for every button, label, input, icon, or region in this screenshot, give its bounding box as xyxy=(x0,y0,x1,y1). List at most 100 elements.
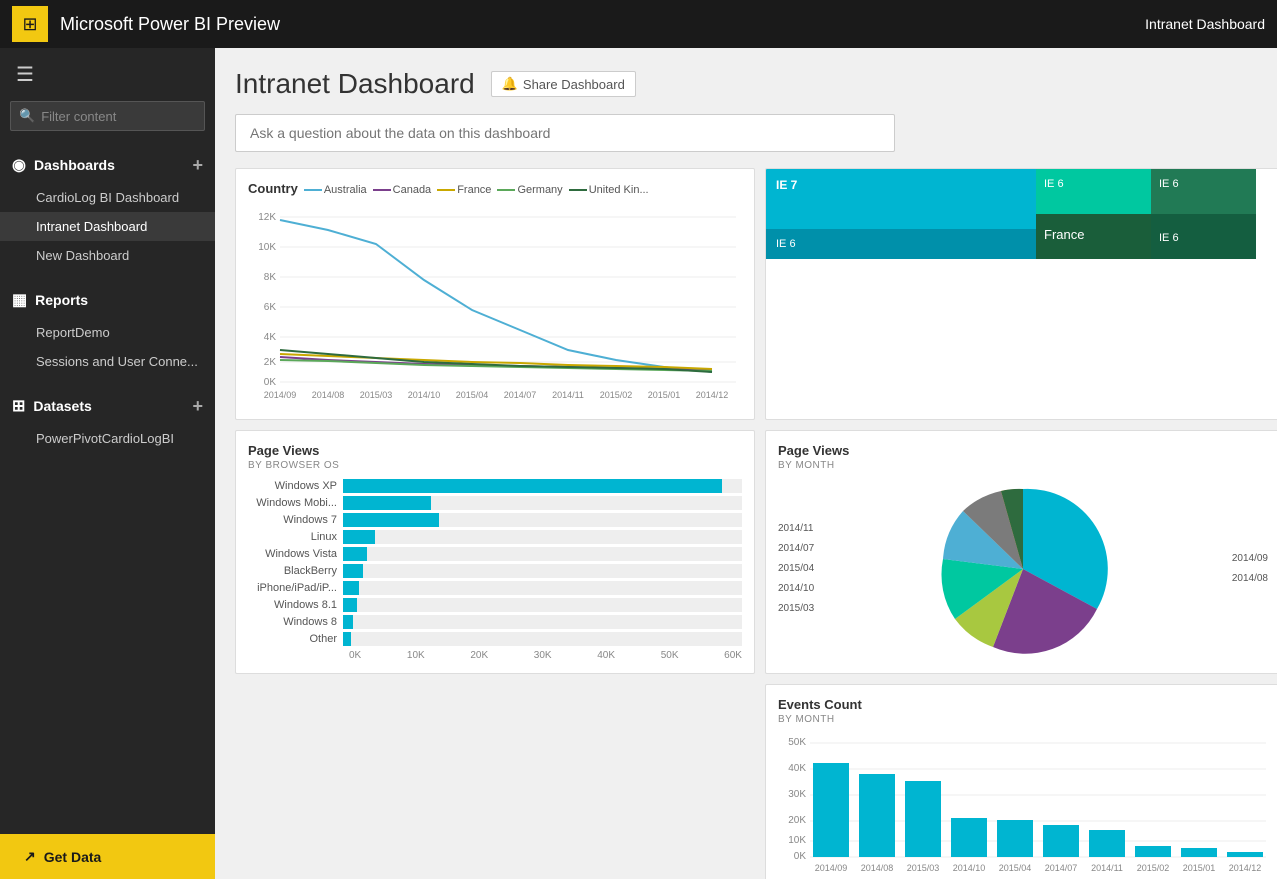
sidebar-section-datasets: ⊞ Datasets + PowerPivotCardioLogBI xyxy=(0,382,215,459)
pie-label-2015-03: 2015/03 xyxy=(778,599,933,619)
app-title: Microsoft Power BI Preview xyxy=(60,14,1145,35)
legend-france: France xyxy=(437,184,491,196)
sidebar-section-header-dashboards[interactable]: ◉ Dashboards + xyxy=(0,147,215,183)
add-dataset-button[interactable]: + xyxy=(192,397,203,415)
svg-text:2014/12: 2014/12 xyxy=(1229,863,1262,873)
svg-text:2014/11: 2014/11 xyxy=(552,390,584,400)
bar-chart-rows: Windows XP Windows Mobi... Windows 7 Lin… xyxy=(248,479,742,646)
svg-text:2014/08: 2014/08 xyxy=(861,863,894,873)
bar-row-win8: Windows 8 xyxy=(248,615,742,629)
events-chart-svg: 50K 40K 30K 20K 10K 0K xyxy=(778,733,1268,873)
svg-text:2015/04: 2015/04 xyxy=(999,863,1032,873)
svg-text:2014/07: 2014/07 xyxy=(504,390,537,400)
svg-text:France: France xyxy=(1044,227,1084,242)
svg-text:2015/02: 2015/02 xyxy=(1137,863,1170,873)
pie-chart-title: Page Views xyxy=(778,443,1268,458)
svg-text:2015/01: 2015/01 xyxy=(1183,863,1216,873)
sidebar-datasets-label: Datasets xyxy=(33,398,91,414)
add-dashboard-button[interactable]: + xyxy=(192,156,203,174)
svg-text:2014/10: 2014/10 xyxy=(953,863,986,873)
hamburger-menu-button[interactable]: ☰ xyxy=(0,48,215,101)
events-chart-subtitle: BY MONTH xyxy=(778,714,1268,725)
pie-label-2014-07: 2014/07 xyxy=(778,539,933,559)
svg-text:2015/03: 2015/03 xyxy=(907,863,940,873)
sidebar-section-header-reports[interactable]: ▦ Reports xyxy=(0,282,215,318)
svg-text:8K: 8K xyxy=(264,272,277,283)
legend-united-kingdom: United Kin... xyxy=(569,184,649,196)
sidebar-item-reportdemo[interactable]: ReportDemo xyxy=(0,318,215,347)
bar-chart-subtitle: BY BROWSER OS xyxy=(248,460,742,471)
page-title: Intranet Dashboard xyxy=(235,68,475,100)
sidebar-item-sessions[interactable]: Sessions and User Conne... xyxy=(0,347,215,376)
sidebar-item-intranet[interactable]: Intranet Dashboard xyxy=(0,212,215,241)
topbar-dashboard-name: Intranet Dashboard xyxy=(1145,16,1265,32)
dashboards-icon: ◉ xyxy=(12,155,26,175)
events-chart-tile: Events Count BY MONTH 50K 40K 30K 20K 10… xyxy=(765,684,1277,879)
bar-row-winmobile: Windows Mobi... xyxy=(248,496,742,510)
svg-text:2014/09: 2014/09 xyxy=(264,390,297,400)
svg-text:0K: 0K xyxy=(264,377,277,388)
sidebar-section-reports: ▦ Reports ReportDemo Sessions and User C… xyxy=(0,276,215,382)
bar-row-blackberry: BlackBerry xyxy=(248,564,742,578)
get-data-button[interactable]: ↗ Get Data xyxy=(0,834,215,879)
content-header: Intranet Dashboard 🔔 Share Dashboard xyxy=(235,68,1257,100)
pie-label-2014-11: 2014/11 xyxy=(778,519,933,539)
line-chart-tile: Country Australia Canada France Germany … xyxy=(235,168,755,420)
sidebar-section-header-datasets[interactable]: ⊞ Datasets + xyxy=(0,388,215,424)
svg-text:2015/02: 2015/02 xyxy=(600,390,633,400)
svg-text:20K: 20K xyxy=(788,815,806,826)
svg-text:2K: 2K xyxy=(264,357,277,368)
bar-row-win7: Windows 7 xyxy=(248,513,742,527)
share-label: Share Dashboard xyxy=(523,77,625,92)
pie-label-2014-10: 2014/10 xyxy=(778,579,933,599)
svg-text:2014/07: 2014/07 xyxy=(1045,863,1078,873)
app-icon-symbol: ⊞ xyxy=(22,14,37,35)
datasets-icon: ⊞ xyxy=(12,396,25,416)
sidebar-item-new-dashboard[interactable]: New Dashboard xyxy=(0,241,215,270)
pie-label-2014-08: 2014/08 xyxy=(1113,569,1268,589)
svg-text:4K: 4K xyxy=(264,332,277,343)
svg-text:10K: 10K xyxy=(258,242,276,253)
legend-australia: Australia xyxy=(304,184,367,196)
main-layout: ☰ 🔍 ◉ Dashboards + CardioLog BI Dashboar… xyxy=(0,48,1277,879)
bar-row-other: Other xyxy=(248,632,742,646)
svg-text:2014/10: 2014/10 xyxy=(408,390,441,400)
svg-text:2014/09: 2014/09 xyxy=(815,863,848,873)
pie-label-2014-09: 2014/09 xyxy=(1113,549,1268,569)
svg-text:IE 6: IE 6 xyxy=(1159,178,1179,190)
dashboard-grid: Country Australia Canada France Germany … xyxy=(235,168,1257,879)
legend-germany: Germany xyxy=(497,184,562,196)
content-area: Intranet Dashboard 🔔 Share Dashboard Cou… xyxy=(215,48,1277,879)
treemap-tile: IE 7 IE 6 IE 6 France IE 6 IE 6 xyxy=(765,168,1277,420)
bar-chart-tile: Page Views BY BROWSER OS Windows XP Wind… xyxy=(235,430,755,674)
qa-input[interactable] xyxy=(235,114,895,152)
sidebar-search-input[interactable] xyxy=(41,109,215,124)
svg-text:IE 7: IE 7 xyxy=(776,178,798,192)
share-icon: 🔔 xyxy=(502,76,518,92)
svg-text:2014/08: 2014/08 xyxy=(312,390,345,400)
svg-text:0K: 0K xyxy=(794,851,807,862)
topbar: ⊞ Microsoft Power BI Preview Intranet Da… xyxy=(0,0,1277,48)
sidebar-reports-label: Reports xyxy=(35,292,88,308)
sidebar-section-dashboards: ◉ Dashboards + CardioLog BI Dashboard In… xyxy=(0,141,215,276)
app-icon: ⊞ xyxy=(12,6,48,42)
get-data-icon: ↗ xyxy=(24,848,36,865)
sidebar-item-cardiolog[interactable]: CardioLog BI Dashboard xyxy=(0,183,215,212)
sidebar-item-powerpivot[interactable]: PowerPivotCardioLogBI xyxy=(0,424,215,453)
svg-text:IE 6: IE 6 xyxy=(1044,178,1064,190)
legend-canada: Canada xyxy=(373,184,432,196)
pie-chart-tile: Page Views BY MONTH 2014/11 2014/07 2015… xyxy=(765,430,1277,674)
bar-row-winvista: Windows Vista xyxy=(248,547,742,561)
share-dashboard-button[interactable]: 🔔 Share Dashboard xyxy=(491,71,636,97)
bar-row-linux: Linux xyxy=(248,530,742,544)
svg-text:2015/04: 2015/04 xyxy=(456,390,489,400)
svg-text:IE 6: IE 6 xyxy=(1159,232,1179,244)
pie-label-2015-04: 2015/04 xyxy=(778,559,933,579)
svg-text:2015/03: 2015/03 xyxy=(360,390,393,400)
bar-row-iphone: iPhone/iPad/iP... xyxy=(248,581,742,595)
sidebar-search-box[interactable]: 🔍 xyxy=(10,101,205,131)
search-icon: 🔍 xyxy=(19,108,35,124)
pie-chart-svg xyxy=(933,479,1113,659)
bar-row-win81: Windows 8.1 xyxy=(248,598,742,612)
line-chart-svg: 12K 10K 8K 6K 4K 2K 0K xyxy=(248,202,738,402)
